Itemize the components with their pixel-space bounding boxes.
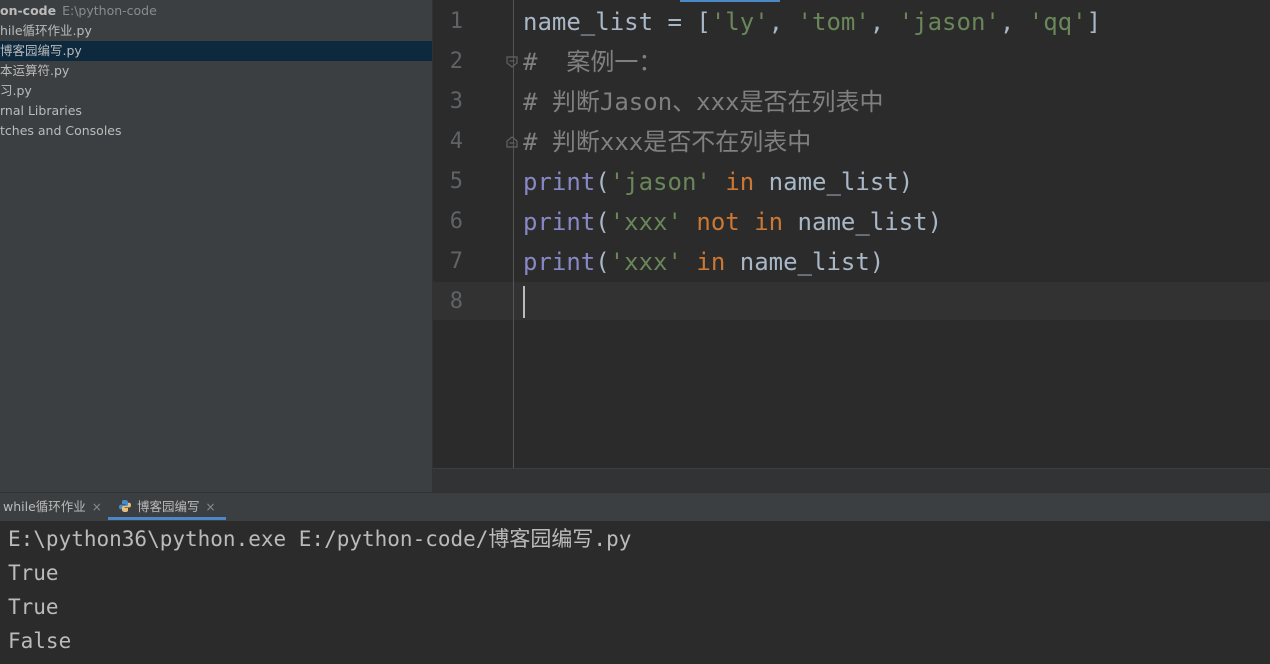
- code-token: not in: [696, 208, 784, 236]
- code-token: print: [523, 208, 596, 236]
- editor-breadcrumb-bar: [433, 468, 1270, 492]
- code-token: 'jason': [898, 8, 1000, 36]
- code-token: ,: [999, 8, 1029, 36]
- tree-item-practice[interactable]: 习.py: [0, 81, 432, 101]
- project-root[interactable]: on-code E:\python-code: [0, 1, 432, 21]
- code-token: 'xxx': [609, 248, 682, 276]
- tree-item-label: hile循环作业.py: [0, 23, 92, 38]
- code-token: ,: [869, 8, 899, 36]
- console-output-line: True: [8, 595, 59, 619]
- console-output-line: True: [8, 561, 59, 585]
- code-editor[interactable]: 12345678 name_list = ['ly', 'tom', 'jaso…: [433, 0, 1270, 492]
- run-tab-label: while循环作业: [3, 499, 86, 514]
- line-number[interactable]: 5: [433, 162, 463, 202]
- tree-item-label: 博客园编写.py: [0, 43, 82, 58]
- project-panel: on-code E:\python-code hile循环作业.py 博客园编写.…: [0, 0, 432, 492]
- code-token: ,: [768, 8, 798, 36]
- run-tabs-bar: while循环作业 × 博客园编写 ×: [0, 492, 1270, 521]
- fold-start-icon[interactable]: [505, 55, 519, 69]
- line-number[interactable]: 1: [433, 2, 463, 42]
- code-line[interactable]: # 判断xxx是否不在列表中: [523, 122, 811, 162]
- code-token: # 判断Jason、xxx是否在列表中: [523, 88, 884, 116]
- tree-item-label: 习.py: [0, 83, 32, 98]
- line-number[interactable]: 3: [433, 82, 463, 122]
- project-root-path: E:\python-code: [62, 3, 157, 18]
- run-console[interactable]: E:\python36\python.exe E:/python-code/博客…: [0, 521, 1270, 664]
- code-token: in: [696, 248, 726, 276]
- project-root-name: on-code: [0, 3, 57, 18]
- code-token: # 判断xxx是否不在列表中: [523, 128, 812, 156]
- close-icon[interactable]: ×: [206, 500, 216, 514]
- code-token: print: [523, 168, 596, 196]
- code-token: (: [595, 248, 610, 276]
- python-icon: [119, 500, 131, 512]
- code-line[interactable]: print('xxx' not in name_list): [523, 202, 942, 242]
- line-number[interactable]: 4: [433, 122, 463, 162]
- run-tab-label: 博客园编写: [137, 499, 200, 514]
- run-tab-while-homework[interactable]: while循环作业 ×: [3, 493, 102, 520]
- tree-item-blog-writing[interactable]: 博客园编写.py: [0, 41, 432, 61]
- console-output-line: False: [8, 629, 72, 653]
- tree-item-label: 本运算符.py: [0, 63, 70, 78]
- code-token: name_list = [: [523, 8, 711, 36]
- close-icon[interactable]: ×: [92, 500, 102, 514]
- tree-item-scratches-consoles[interactable]: tches and Consoles: [0, 121, 432, 141]
- code-token: name_list): [725, 248, 885, 276]
- code-token: print: [523, 248, 596, 276]
- code-token: 'ly': [710, 8, 769, 36]
- text-caret: [523, 286, 525, 318]
- code-token: (: [595, 208, 610, 236]
- gutter-separator: [513, 0, 514, 468]
- code-token: # 案例一：: [523, 48, 663, 76]
- code-line[interactable]: print('xxx' in name_list): [523, 242, 884, 282]
- console-command-line: E:\python36\python.exe E:/python-code/博客…: [8, 527, 632, 551]
- code-token: (: [595, 168, 610, 196]
- current-line-highlight: [433, 282, 1270, 320]
- code-token: 'jason': [609, 168, 711, 196]
- run-tab-blog-writing[interactable]: 博客园编写 ×: [108, 493, 226, 520]
- tree-item-label: tches and Consoles: [0, 123, 122, 138]
- code-token: 'xxx': [609, 208, 682, 236]
- tree-item-external-libraries[interactable]: rnal Libraries: [0, 101, 432, 121]
- line-number[interactable]: 8: [433, 282, 463, 322]
- tree-item-operators[interactable]: 本运算符.py: [0, 61, 432, 81]
- code-token: name_list): [754, 168, 914, 196]
- code-token: ]: [1086, 8, 1102, 36]
- code-line[interactable]: name_list = ['ly', 'tom', 'jason', 'qq']: [523, 2, 1101, 42]
- code-token: 'tom': [797, 8, 870, 36]
- code-token: in: [725, 168, 755, 196]
- code-line[interactable]: print('jason' in name_list): [523, 162, 913, 202]
- code-token: name_list): [783, 208, 943, 236]
- code-line[interactable]: # 案例一：: [523, 42, 662, 82]
- fold-end-icon[interactable]: [505, 135, 519, 149]
- code-token: 'qq': [1028, 8, 1087, 36]
- code-line[interactable]: # 判断Jason、xxx是否在列表中: [523, 82, 884, 122]
- line-number[interactable]: 2: [433, 42, 463, 82]
- line-number[interactable]: 6: [433, 202, 463, 242]
- tree-item-label: rnal Libraries: [0, 103, 82, 118]
- line-number[interactable]: 7: [433, 242, 463, 282]
- tree-item-while-homework[interactable]: hile循环作业.py: [0, 21, 432, 41]
